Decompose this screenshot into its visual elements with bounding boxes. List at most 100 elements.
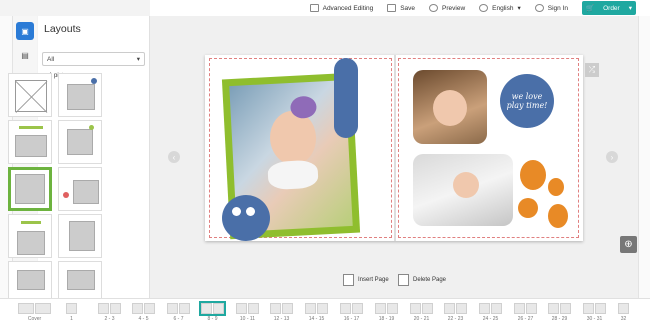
page-thumb[interactable]: 8 - 9 <box>199 301 226 322</box>
page-thumb-page <box>213 303 224 314</box>
page-thumb[interactable]: 14 - 15 <box>305 303 328 322</box>
zoom-icon: ⊕ <box>624 239 633 250</box>
layout-thumb[interactable] <box>8 73 52 117</box>
page-thumb-page <box>340 303 351 314</box>
page-thumb-pages <box>410 303 433 314</box>
page-thumb-page <box>248 303 259 314</box>
page-thumb-page <box>491 303 502 314</box>
insert-page-button[interactable]: Insert Page <box>343 273 389 287</box>
page-thumb[interactable]: 24 - 25 <box>479 303 502 322</box>
page-thumb-page <box>526 303 537 314</box>
page-thumb-label: Cover <box>27 316 42 322</box>
page-thumb-page <box>270 303 281 314</box>
shuffle-button[interactable]: ⤮ <box>585 63 599 77</box>
advanced-editing-label: Advanced Editing <box>322 4 374 12</box>
page-thumb[interactable]: 16 - 17 <box>340 303 363 322</box>
layout-thumb[interactable] <box>58 167 102 211</box>
speech-bubble[interactable]: we love play time! <box>500 74 554 128</box>
save-icon <box>387 4 397 12</box>
page-thumb-page <box>110 303 121 314</box>
page-thumb-pages <box>199 301 226 316</box>
panel-title: Layouts <box>44 23 81 35</box>
page-thumb[interactable]: 18 - 19 <box>375 303 398 322</box>
page-thumb-page <box>236 303 247 314</box>
layout-thumb[interactable] <box>8 120 52 164</box>
page-thumb[interactable]: 4 - 5 <box>132 303 155 322</box>
page-thumb[interactable]: 6 - 7 <box>167 303 190 322</box>
bubble-line-1: we love <box>511 92 543 101</box>
page-thumb-page <box>410 303 421 314</box>
page-thumb[interactable]: 2 - 3 <box>98 303 121 322</box>
page-thumb-page <box>167 303 178 314</box>
page-thumb-page <box>514 303 525 314</box>
page-thumb-label: 18 - 19 <box>378 316 395 322</box>
page-thumb-page <box>132 303 143 314</box>
image-icon: ▤ <box>21 50 29 60</box>
page-thumb-page <box>444 303 455 314</box>
layout-filter-select[interactable]: All ▾ <box>42 52 145 66</box>
language-label: English <box>492 4 514 12</box>
page-thumb-label: 12 - 13 <box>273 316 290 322</box>
page-thumb-page <box>595 303 606 314</box>
cart-icon: 🛒 <box>586 5 595 12</box>
sign-in-button[interactable]: Sign In <box>534 4 568 12</box>
order-button[interactable]: 🛒 Order ▾ <box>582 1 636 15</box>
page-thumb-label: 4 - 5 <box>138 316 149 322</box>
page-strip: Cover 1 2 - 3 4 - 5 6 - 7 8 - 9 10 - 11 12 - 13… <box>0 298 650 325</box>
page-thumb[interactable]: 28 - 29 <box>548 303 571 322</box>
page-thumb-page <box>201 303 212 314</box>
delete-page-button[interactable]: Delete Page <box>398 273 446 287</box>
page-thumb-pages <box>375 303 398 314</box>
shuffle-icon: ⤮ <box>588 65 596 74</box>
orange-blob <box>520 160 546 190</box>
page-thumb[interactable]: 26 - 27 <box>514 303 537 322</box>
save-button[interactable]: Save <box>387 4 415 12</box>
layout-thumb-selected[interactable] <box>8 167 52 211</box>
language-select[interactable]: English ▾ <box>479 4 521 12</box>
page-thumb[interactable]: 32 <box>618 303 629 322</box>
edit-icon <box>309 4 319 12</box>
photos-tool-button[interactable]: ▤ <box>16 46 34 64</box>
page-thumb-page <box>305 303 316 314</box>
page-thumb-page <box>144 303 155 314</box>
page-thumb-label: 28 - 29 <box>551 316 568 322</box>
layouts-tool-button[interactable]: ▣ <box>16 22 34 40</box>
delete-page-icon <box>398 274 409 286</box>
page-thumb-cover[interactable]: Cover <box>18 303 51 322</box>
right-page-photo-bottom[interactable] <box>413 154 513 226</box>
page-thumb[interactable]: 22 - 23 <box>444 303 467 322</box>
page-thumb-label: 20 - 21 <box>413 316 430 322</box>
advanced-editing-button[interactable]: Advanced Editing <box>309 4 374 12</box>
top-toolbar: Advanced Editing Save Preview English ▾ … <box>150 0 650 16</box>
page-thumb[interactable]: 10 - 11 <box>236 303 259 322</box>
delete-page-label: Delete Page <box>413 277 447 283</box>
next-page-button[interactable]: › <box>606 151 618 163</box>
layout-thumb[interactable] <box>58 120 102 164</box>
layout-thumb[interactable] <box>58 214 102 258</box>
page-thumb-page <box>179 303 190 314</box>
layout-thumbnails <box>8 73 104 305</box>
page-thumb-label: 24 - 25 <box>482 316 499 322</box>
page-thumb-pages <box>618 303 629 314</box>
page-thumb-label: 32 <box>620 316 627 322</box>
zoom-button[interactable]: ⊕ <box>620 236 637 253</box>
chevron-left-icon: ‹ <box>172 152 176 162</box>
page-thumb-pages <box>479 303 502 314</box>
sign-in-label: Sign In <box>547 4 568 12</box>
page-thumb[interactable]: 30 - 31 <box>583 303 606 322</box>
page-thumb-label: 8 - 9 <box>207 316 218 322</box>
dino-decoration <box>334 58 358 138</box>
layout-thumb[interactable] <box>58 73 102 117</box>
page-thumb[interactable]: 12 - 13 <box>270 303 293 322</box>
page-thumb-pages <box>583 303 606 314</box>
page-thumb-pages <box>167 303 190 314</box>
page-thumb[interactable]: 20 - 21 <box>410 303 433 322</box>
layout-thumb[interactable] <box>8 214 52 258</box>
page-thumb-label: 10 - 11 <box>239 316 256 322</box>
prev-page-button[interactable]: ‹ <box>168 151 180 163</box>
page-thumb-page <box>282 303 293 314</box>
page-thumb[interactable]: 1 <box>66 303 77 322</box>
right-page-photo-top[interactable] <box>413 70 487 144</box>
preview-button[interactable]: Preview <box>429 4 465 12</box>
page-thumb-page <box>66 303 77 314</box>
